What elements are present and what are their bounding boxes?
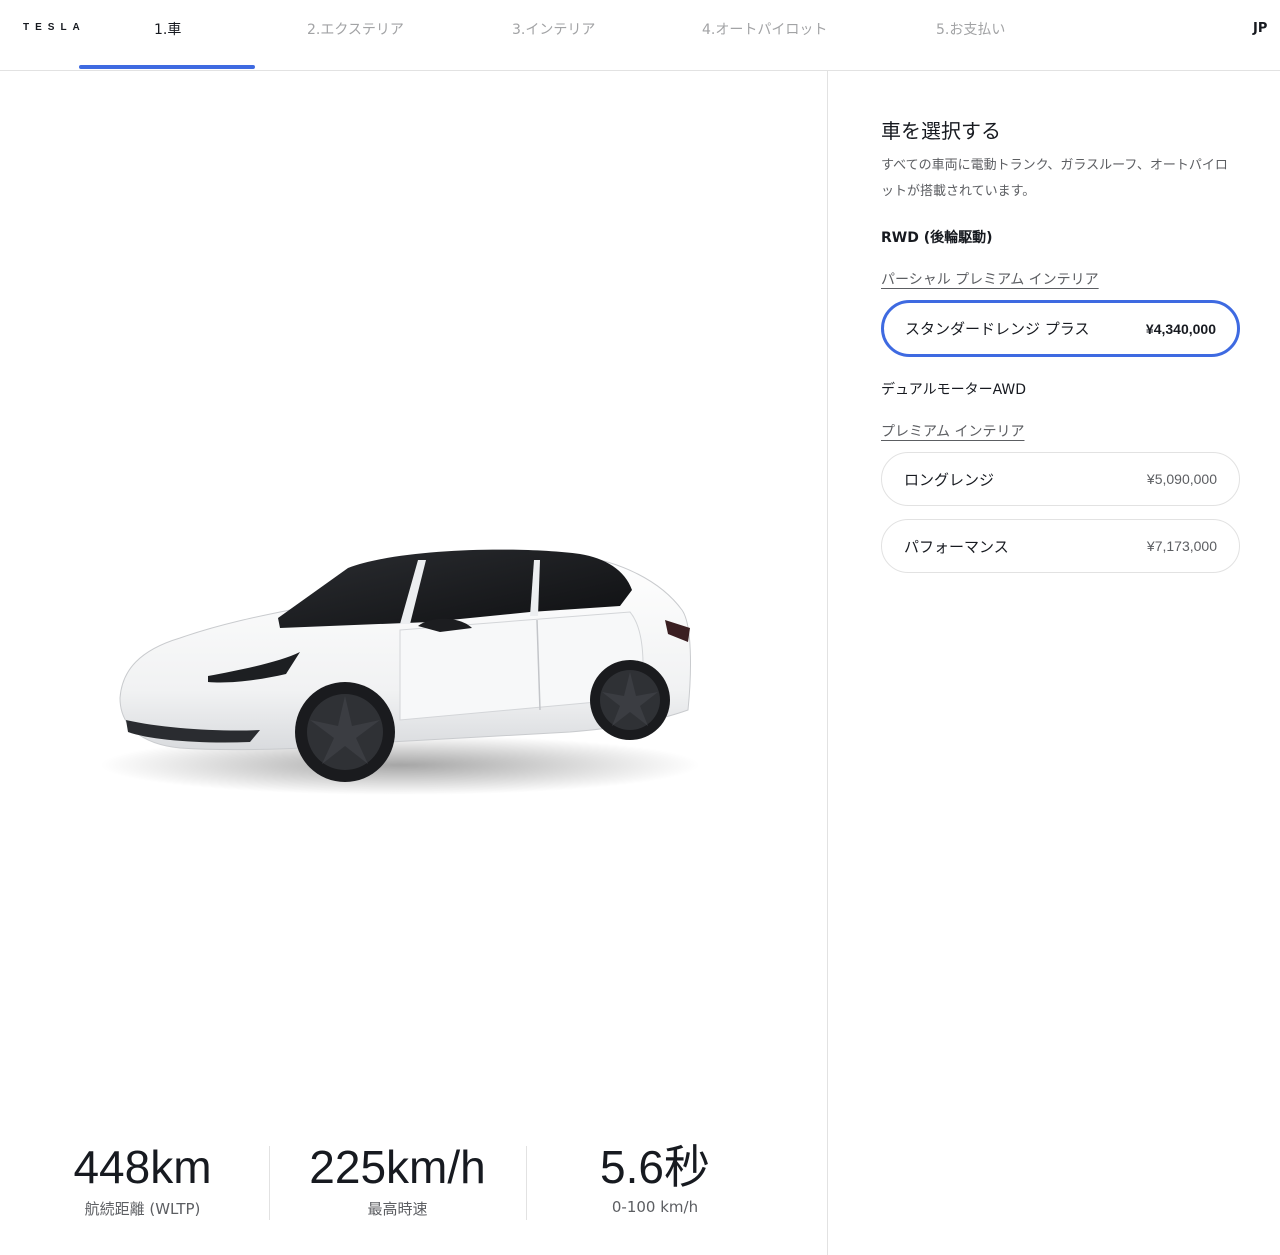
tesla-logo[interactable]: TESLA	[23, 22, 86, 33]
spec-range-value: 448km	[73, 1141, 212, 1193]
language-selector[interactable]: JP	[1253, 21, 1267, 36]
car-image	[100, 520, 720, 810]
awd-group-title: デュアルモーターAWD	[881, 382, 1027, 398]
option-long-range[interactable]: ロングレンジ ¥5,090,000	[881, 452, 1240, 506]
spec-divider	[526, 1146, 527, 1220]
premium-interior-link[interactable]: プレミアム インテリア	[881, 421, 1024, 441]
spec-top-speed-value: 225km/h	[309, 1141, 486, 1193]
top-navigation: TESLA 1.車 2.エクステリア 3.インテリア 4.オートパイロット 5.…	[0, 0, 1280, 71]
active-step-indicator	[79, 65, 255, 69]
step-tab-payment[interactable]: 5.お支払い	[936, 19, 1005, 39]
spec-acceleration-value: 5.6秒	[600, 1141, 710, 1193]
option-name: スタンダードレンジ プラス	[905, 320, 1090, 338]
option-price: ¥7,173,000	[1146, 538, 1217, 554]
step-tab-exterior[interactable]: 2.エクステリア	[307, 19, 404, 39]
step-tab-autopilot[interactable]: 4.オートパイロット	[702, 19, 827, 39]
option-price: ¥5,090,000	[1146, 471, 1217, 487]
step-tab-interior[interactable]: 3.インテリア	[512, 19, 595, 39]
spec-range-label: 航続距離 (WLTP)	[84, 1200, 201, 1218]
panel-description: すべての車両に電動トランク、ガラスルーフ、オートパイロットが搭載されています。	[881, 158, 1228, 199]
spec-acceleration: 5.6秒 0-100 km/h	[550, 1138, 760, 1216]
partial-premium-interior-link[interactable]: パーシャル プレミアム インテリア	[881, 269, 1099, 289]
option-name: ロングレンジ	[904, 470, 995, 489]
spec-range: 448km 航続距離 (WLTP)	[40, 1138, 245, 1219]
option-price: ¥4,340,000	[1145, 320, 1216, 337]
panel-title: 車を選択する	[881, 119, 1001, 143]
spec-top-speed: 225km/h 最高時速	[290, 1138, 505, 1219]
step-tab-car[interactable]: 1.車	[154, 19, 181, 39]
option-name: パフォーマンス	[904, 537, 1009, 556]
model-3-car-illustration	[100, 549, 700, 795]
model-selection-panel: 車を選択する すべての車両に電動トランク、ガラスルーフ、オートパイロットが搭載さ…	[881, 116, 1241, 573]
option-standard-range-plus[interactable]: スタンダードレンジ プラス ¥4,340,000	[881, 300, 1240, 357]
rwd-group-title: RWD (後輪駆動)	[881, 230, 993, 246]
spec-divider	[269, 1146, 270, 1220]
spec-acceleration-label: 0-100 km/h	[611, 1198, 699, 1216]
panel-divider	[827, 71, 828, 1255]
option-performance[interactable]: パフォーマンス ¥7,173,000	[881, 519, 1240, 573]
spec-top-speed-label: 最高時速	[367, 1200, 428, 1218]
